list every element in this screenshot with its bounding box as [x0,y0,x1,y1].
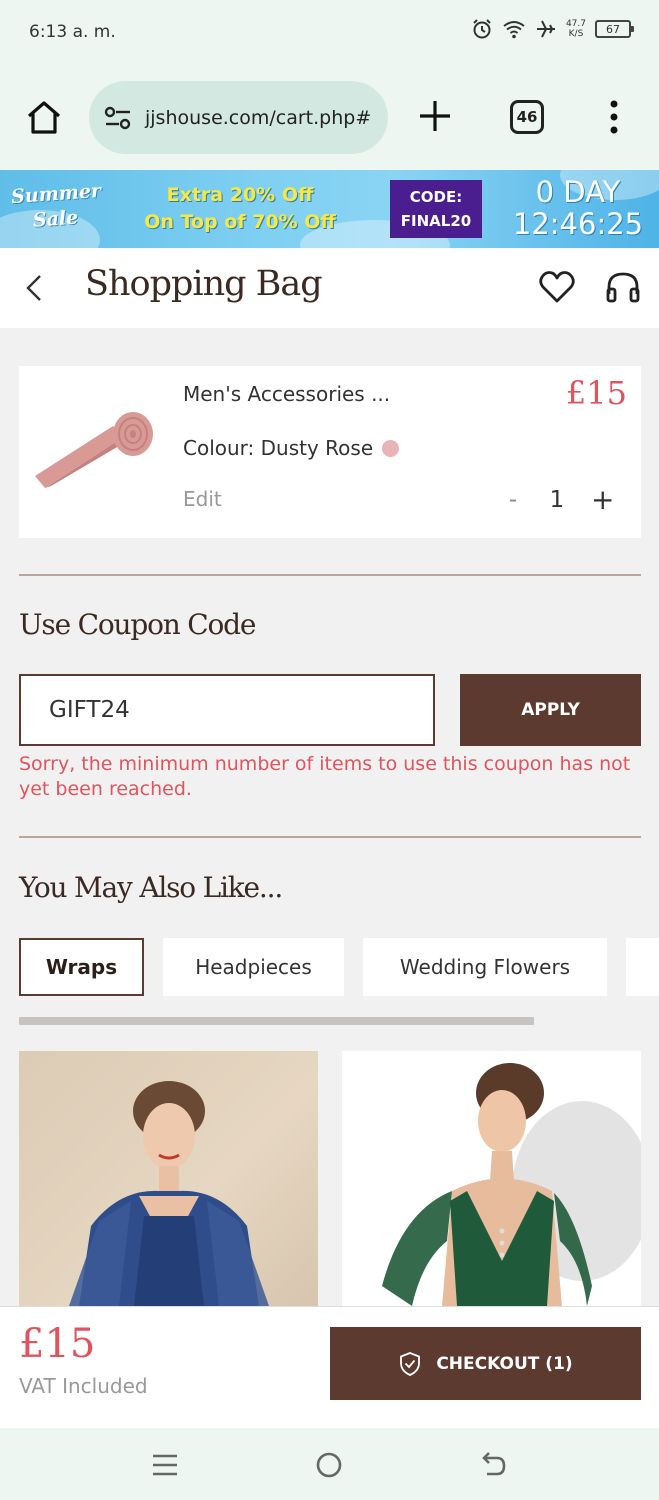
network-speed-unit: K/S [568,29,584,39]
headset-support-icon[interactable] [604,268,642,306]
offer-line-2: On Top of 70% Off [144,211,336,233]
checkout-button-label: CHECKOUT (1) [436,1353,573,1374]
coupon-error-message: Sorry, the minimum number of items to us… [19,753,631,800]
coupon-section-title: Use Coupon Code [19,608,256,641]
new-tab-icon[interactable] [417,98,453,134]
countdown-timer: 0 DAY 12:46:25 [508,176,648,240]
page-header: Shopping Bag [0,248,659,328]
coupon-code-input[interactable] [19,674,435,746]
chips-scrollbar[interactable] [19,1017,534,1025]
tab-count: 46 [516,108,538,126]
tab-switcher-button[interactable]: 46 [510,100,544,134]
more-menu-icon[interactable] [606,100,622,134]
checkout-bar: £15 VAT Included CHECKOUT (1) [0,1306,659,1428]
product-image [382,1063,641,1306]
promo-code-label: CODE: [409,188,463,206]
offer-line-1: Extra 20% Off [166,184,314,206]
promo-code-box: CODE: FINAL20 [390,180,482,238]
product-image [69,1081,269,1306]
checkout-button[interactable]: CHECKOUT (1) [330,1327,641,1400]
total-price: £15 [19,1321,96,1367]
item-colour: Colour: Dusty Rose [183,436,400,460]
status-icons: 47.7 K/S 67 [471,18,634,40]
summer-sale-logo: Summer Sale [10,179,103,235]
status-time: 6:13 a. m. [29,22,116,42]
home-icon[interactable] [24,98,64,138]
alarm-icon [473,19,491,39]
recommendations-title: You May Also Like... [19,871,283,904]
url-text[interactable]: jjshouse.com/cart.php# [145,107,371,129]
item-price: £15 [565,374,627,412]
item-colour-label: Colour: Dusty Rose [183,436,374,460]
product-card-blue-wrap[interactable] [19,1051,318,1306]
edit-item-link[interactable]: Edit [183,487,222,511]
category-chips: Wraps Headpieces Wedding Flowers [19,938,659,996]
vat-note: VAT Included [19,1374,148,1398]
promo-banner[interactable]: Summer Sale Extra 20% Off On Top of 70% … [0,170,659,248]
tie-product-image[interactable] [25,396,155,496]
wifi-icon [503,21,525,39]
shield-check-icon [400,1351,421,1376]
offer-text: Extra 20% Off On Top of 70% Off [120,182,360,236]
battery-level: 67 [606,22,620,36]
network-speed: 47.7 K/S [566,19,586,39]
divider [19,836,641,838]
item-name[interactable]: Men's Accessories ... [183,382,390,406]
system-nav-bar [0,1428,659,1500]
quantity-stepper: - 1 + [503,483,615,516]
airplane-icon [536,20,555,38]
back-nav-icon[interactable] [479,1450,509,1480]
wishlist-heart-icon[interactable] [538,268,576,306]
increase-quantity-button[interactable]: + [591,483,614,516]
address-bar[interactable]: jjshouse.com/cart.php# [89,81,388,154]
status-bar: 6:13 a. m. 47.7 K/S 67 [0,0,659,68]
product-card-green-wrap[interactable] [342,1051,641,1306]
chip-headpieces[interactable]: Headpieces [163,938,344,996]
chip-wedding-flowers[interactable]: Wedding Flowers [363,938,607,996]
back-arrow-icon[interactable] [20,270,48,306]
chip-wraps[interactable]: Wraps [19,938,144,996]
browser-toolbar: jjshouse.com/cart.php# 46 [0,68,659,170]
apply-coupon-button[interactable]: APPLY [460,674,641,746]
countdown-time: 12:46:25 [512,207,644,241]
promo-code-value: FINAL20 [400,212,472,230]
cart-item: Men's Accessories ... £15 Colour: Dusty … [19,366,641,538]
quantity-value: 1 [549,486,565,513]
recent-apps-icon[interactable] [150,1450,180,1480]
home-circle-icon[interactable] [314,1450,344,1480]
battery-icon: 67 [595,20,634,38]
countdown-days: 0 DAY [535,175,621,209]
chip-next-partial[interactable] [626,938,659,996]
site-settings-icon[interactable] [103,104,133,132]
network-speed-value: 47.7 [565,19,586,29]
page-title: Shopping Bag [85,264,323,304]
decrease-quantity-button[interactable]: - [503,487,523,513]
divider [19,574,641,576]
colour-swatch [382,439,400,457]
